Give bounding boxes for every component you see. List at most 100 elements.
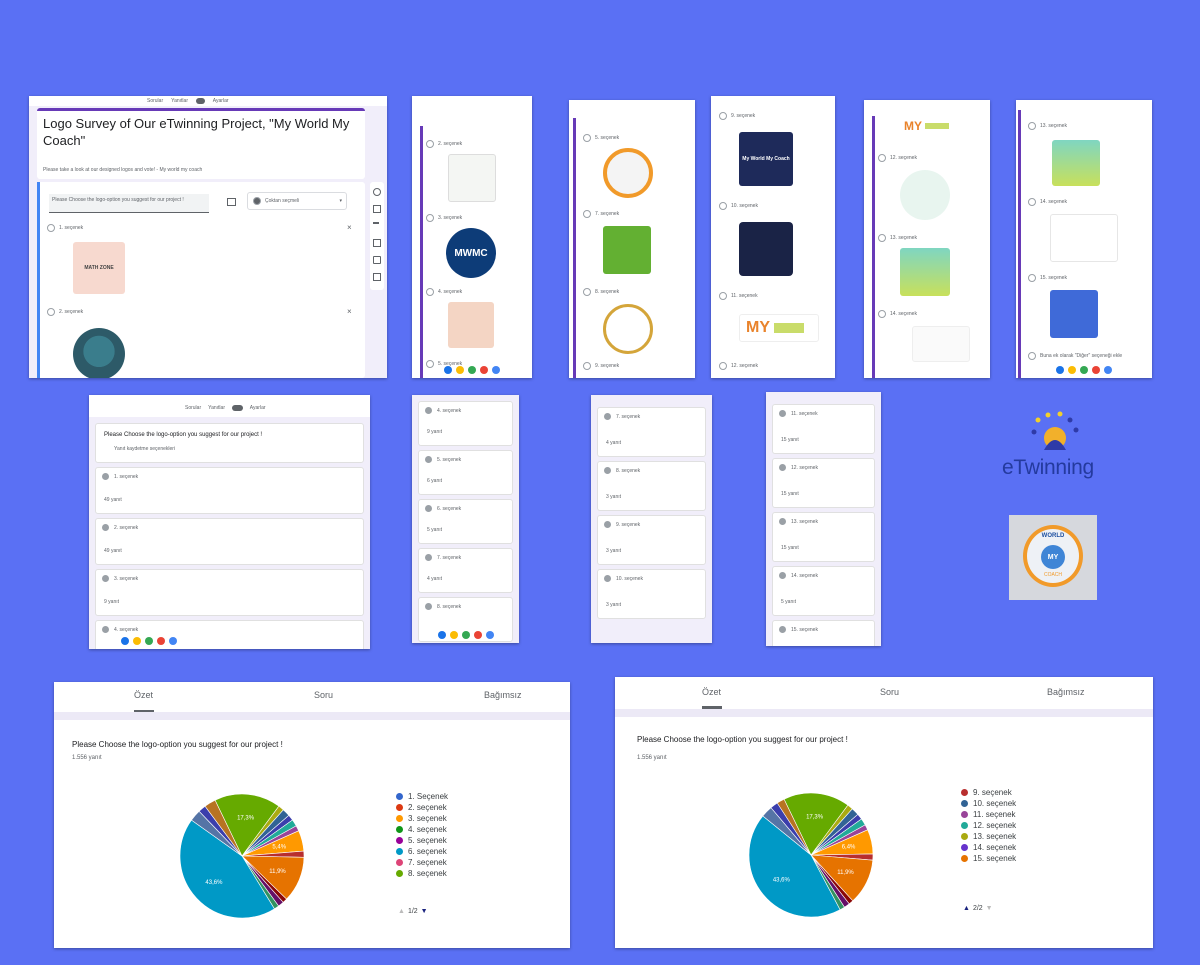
response-row-card[interactable]: 4. seçenek 9 yanıt	[418, 401, 513, 446]
option-label[interactable]: 8. seçenek	[595, 289, 619, 295]
add-question-icon[interactable]	[373, 188, 381, 196]
tab-summary[interactable]: Özet	[134, 690, 153, 700]
question-input[interactable]: Please Choose the logo-option you sugges…	[49, 194, 209, 213]
option-row[interactable]: 11. seçenek	[719, 292, 758, 300]
import-icon[interactable]	[373, 205, 381, 213]
next-icon[interactable]: ▼	[421, 908, 428, 915]
response-row-card[interactable]: 14. seçenek 5 yanıt	[772, 566, 875, 616]
option-label[interactable]: 2. seçenek	[59, 309, 83, 315]
tab-questions[interactable]: Sorular	[147, 98, 163, 104]
option-row[interactable]: 8. seçenek	[583, 288, 619, 296]
option-row[interactable]: 9. seçenek	[719, 112, 755, 120]
tab-responses[interactable]: Yanıtlar	[208, 405, 225, 411]
tab-responses[interactable]: Yanıtlar	[171, 98, 188, 104]
option-row[interactable]: 13. seçenek	[878, 234, 917, 242]
option-label[interactable]: 4. seçenek	[438, 289, 462, 295]
legend-item[interactable]: 6. seçenek	[396, 846, 448, 857]
option-row[interactable]: 7. seçenek	[583, 210, 619, 218]
legend-item[interactable]: 7. seçenek	[396, 857, 448, 868]
close-icon[interactable]: ×	[347, 307, 352, 316]
option-row[interactable]: 12. seçenek	[719, 362, 758, 370]
tab-questions[interactable]: Sorular	[185, 405, 201, 411]
option-label[interactable]: 10. seçenek	[731, 203, 758, 209]
legend-item[interactable]: 3. seçenek	[396, 813, 448, 824]
image-add-icon[interactable]	[373, 239, 381, 247]
option-label[interactable]: 14. seçenek	[890, 311, 917, 317]
option-row[interactable]: 2. seçenek	[426, 140, 462, 148]
tab-settings[interactable]: Ayarlar	[250, 405, 266, 411]
tab-settings[interactable]: Ayarlar	[213, 98, 229, 104]
option-row[interactable]: 13. seçenek	[1028, 122, 1067, 130]
option-label[interactable]: 9. seçenek	[731, 113, 755, 119]
option-row[interactable]: 14. seçenek	[1028, 198, 1067, 206]
response-row-card[interactable]: 9. seçenek 3 yanıt	[597, 515, 706, 565]
option-row[interactable]: 10. seçenek	[719, 202, 758, 210]
option-row[interactable]: 1. seçenek	[47, 224, 83, 232]
legend-item[interactable]: 12. seçenek	[961, 820, 1016, 831]
response-row-card[interactable]: 7. seçenek 4 yanıt	[597, 407, 706, 457]
option-row[interactable]: 12. seçenek	[878, 154, 917, 162]
legend-item[interactable]: 2. seçenek	[396, 802, 448, 813]
close-icon[interactable]: ×	[347, 223, 352, 232]
tab-individual[interactable]: Bağımsız	[484, 690, 522, 700]
option-label[interactable]: 9. seçenek	[595, 363, 619, 369]
legend-item[interactable]: 5. seçenek	[396, 835, 448, 846]
option-label[interactable]: 14. seçenek	[1040, 199, 1067, 205]
legend-item[interactable]: 15. seçenek	[961, 853, 1016, 864]
option-label[interactable]: 2. seçenek	[438, 141, 462, 147]
section-icon[interactable]	[373, 273, 381, 281]
option-row[interactable]: 9. seçenek	[583, 362, 619, 370]
question-type-select[interactable]: Çoktan seçmeli ▾	[247, 192, 347, 210]
option-label[interactable]: 3. seçenek	[438, 215, 462, 221]
legend-item[interactable]: 9. seçenek	[961, 787, 1016, 798]
option-label[interactable]: 15. seçenek	[1040, 275, 1067, 281]
option-row[interactable]: 15. seçenek	[1028, 274, 1067, 282]
response-row-card[interactable]: 7. seçenek 4 yanıt	[418, 548, 513, 593]
tab-question[interactable]: Soru	[880, 687, 899, 697]
response-row-card[interactable]: 12. seçenek 15 yanıt	[772, 458, 875, 508]
tab-individual[interactable]: Bağımsız	[1047, 687, 1085, 697]
option-label[interactable]: 7. seçenek	[595, 211, 619, 217]
legend-item[interactable]: 4. seçenek	[396, 824, 448, 835]
legend-item[interactable]: 13. seçenek	[961, 831, 1016, 842]
response-row-card[interactable]: 2. seçenek 49 yanıt	[95, 518, 364, 565]
response-row-card[interactable]: 6. seçenek 5 yanıt	[418, 499, 513, 544]
response-row-card[interactable]: 15. seçenek	[772, 620, 875, 646]
video-icon[interactable]	[373, 256, 381, 264]
add-other-option[interactable]: Buna ek olarak "Diğer" seçeneği ekle	[1028, 352, 1122, 360]
option-label[interactable]: 13. seçenek	[1040, 123, 1067, 129]
response-row-card[interactable]: 11. seçenek 15 yanıt	[772, 404, 875, 454]
option-row[interactable]: 5. seçenek	[583, 134, 619, 142]
legend-item[interactable]: 1. Seçenek	[396, 791, 448, 802]
title-text-icon[interactable]	[373, 222, 379, 230]
form-description[interactable]: Please take a look at our designed logos…	[43, 167, 202, 173]
legend-item[interactable]: 14. seçenek	[961, 842, 1016, 853]
form-title[interactable]: Logo Survey of Our eTwinning Project, "M…	[43, 115, 353, 149]
response-row-card[interactable]: 13. seçenek 15 yanıt	[772, 512, 875, 562]
prev-icon[interactable]: ▲	[398, 908, 405, 915]
option-row[interactable]: 4. seçenek	[426, 288, 462, 296]
response-row-card[interactable]: 10. seçenek 3 yanıt	[597, 569, 706, 619]
legend-pager[interactable]: ▲ 1/2 ▼	[398, 908, 428, 915]
option-label[interactable]: Buna ek olarak "Diğer" seçeneği ekle	[1040, 353, 1122, 359]
response-row-card[interactable]: 8. seçenek 3 yanıt	[597, 461, 706, 511]
option-label[interactable]: 11. seçenek	[731, 293, 758, 299]
option-label[interactable]: 12. seçenek	[731, 363, 758, 369]
response-row-card[interactable]: 1. seçenek 49 yanıt	[95, 467, 364, 514]
tab-summary[interactable]: Özet	[702, 687, 721, 697]
option-label[interactable]: 5. seçenek	[595, 135, 619, 141]
response-row-card[interactable]: 5. seçenek 6 yanıt	[418, 450, 513, 495]
prev-icon[interactable]: ▲	[963, 905, 970, 912]
legend-item[interactable]: 8. seçenek	[396, 868, 448, 879]
option-label[interactable]: 12. seçenek	[890, 155, 917, 161]
image-icon[interactable]	[227, 198, 236, 206]
legend-pager[interactable]: ▲ 2/2 ▼	[963, 905, 993, 912]
option-label[interactable]: 1. seçenek	[59, 225, 83, 231]
option-label[interactable]: 13. seçenek	[890, 235, 917, 241]
next-icon[interactable]: ▼	[986, 905, 993, 912]
option-row[interactable]: 3. seçenek	[426, 214, 462, 222]
option-row[interactable]: 14. seçenek	[878, 310, 917, 318]
legend-item[interactable]: 11. seçenek	[961, 809, 1016, 820]
tab-question[interactable]: Soru	[314, 690, 333, 700]
response-row-card[interactable]: 3. seçenek 9 yanıt	[95, 569, 364, 616]
